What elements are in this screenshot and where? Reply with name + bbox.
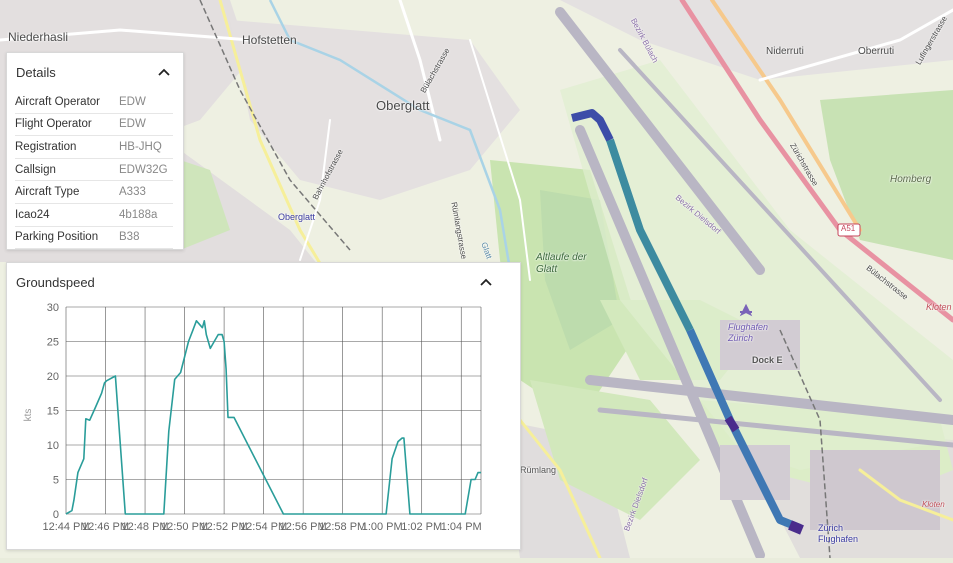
details-table: Aircraft Operator EDW Flight Operator EDW … bbox=[15, 91, 173, 250]
map-place-label: Niederhasli bbox=[8, 30, 69, 44]
details-value: HB-JHQ bbox=[119, 135, 173, 159]
details-value: B38 bbox=[119, 226, 173, 250]
map-place-label: Niderruti bbox=[766, 46, 804, 57]
chevron-up-icon bbox=[158, 68, 170, 76]
x-axis: 12:44 PM12:46 PM12:48 PM12:50 PM12:52 PM… bbox=[42, 521, 481, 533]
details-label: Icao24 bbox=[15, 203, 119, 227]
details-value: EDW bbox=[119, 91, 173, 114]
collapse-groundspeed-button[interactable] bbox=[475, 271, 497, 293]
x-tick-label: 1:00 PM bbox=[362, 521, 403, 533]
details-row: Registration HB-JHQ bbox=[15, 135, 173, 159]
y-axis: 0 5 10 15 20 25 30 bbox=[47, 302, 59, 521]
y-tick-label: 30 bbox=[47, 302, 59, 314]
details-header[interactable]: Details bbox=[7, 53, 183, 89]
y-tick-label: 10 bbox=[47, 440, 59, 452]
map-place-label: Oberglatt bbox=[376, 98, 430, 113]
details-row: Callsign EDW32G bbox=[15, 158, 173, 182]
x-tick-label: 1:04 PM bbox=[441, 521, 482, 533]
details-value: 4b188a bbox=[119, 203, 173, 227]
y-axis-label: kts bbox=[23, 409, 34, 422]
map-place-label: Rümlang bbox=[520, 465, 557, 475]
details-panel: Details Aircraft Operator EDW Flight Oper… bbox=[6, 52, 184, 250]
y-tick-label: 0 bbox=[53, 509, 59, 521]
details-row: Aircraft Operator EDW bbox=[15, 91, 173, 114]
details-label: Flight Operator bbox=[15, 113, 119, 137]
details-row: Aircraft Type A333 bbox=[15, 180, 173, 204]
y-tick-label: 15 bbox=[47, 406, 59, 418]
map-place-label: Flughafen Zürich bbox=[728, 322, 769, 343]
map-place-label: Oberruti bbox=[858, 46, 895, 57]
details-label: Aircraft Operator bbox=[15, 91, 119, 114]
details-value: EDW32G bbox=[119, 158, 173, 182]
map-place-label: Kloten bbox=[926, 302, 952, 312]
details-label: Parking Position bbox=[15, 226, 119, 250]
details-title: Details bbox=[16, 65, 56, 80]
chart-grid bbox=[65, 306, 482, 515]
x-tick-label: 1:02 PM bbox=[401, 521, 442, 533]
groundspeed-chart[interactable]: 0 5 10 15 20 25 30 12:44 PM12:46 PM12:48 PM12:… bbox=[7, 293, 520, 543]
map-motorway-label: A51 bbox=[841, 224, 856, 233]
y-tick-label: 25 bbox=[47, 337, 59, 349]
details-label: Registration bbox=[15, 135, 119, 159]
map-street-label: Kloten bbox=[922, 500, 945, 509]
map-station-label: Oberglatt bbox=[278, 212, 316, 222]
y-tick-label: 20 bbox=[47, 371, 59, 383]
details-value: A333 bbox=[119, 180, 173, 204]
details-row: Flight Operator EDW bbox=[15, 113, 173, 137]
map-place-label: Hofstetten bbox=[242, 33, 297, 47]
details-label: Callsign bbox=[15, 158, 119, 182]
groundspeed-panel: Groundspeed 0 5 10 15 20 25 30 12:44 PM 12:46 P… bbox=[6, 262, 521, 550]
map-place-label: Altlaufe der Glatt bbox=[536, 252, 587, 275]
y-tick-label: 5 bbox=[53, 475, 59, 487]
collapse-details-button[interactable] bbox=[153, 61, 175, 83]
chevron-up-icon bbox=[480, 278, 492, 286]
map-place-label: Homberg bbox=[890, 174, 932, 185]
map-place-label: Dock E bbox=[752, 355, 783, 365]
details-row: Parking Position B38 bbox=[15, 226, 173, 250]
details-value: EDW bbox=[119, 113, 173, 137]
x-tick-label: 12:58 PM bbox=[319, 521, 366, 533]
groundspeed-title: Groundspeed bbox=[16, 275, 95, 290]
details-row: Icao24 4b188a bbox=[15, 203, 173, 227]
groundspeed-series-line bbox=[65, 320, 481, 515]
map-place-label: Zürich Flughafen bbox=[818, 523, 859, 544]
details-label: Aircraft Type bbox=[15, 180, 119, 204]
